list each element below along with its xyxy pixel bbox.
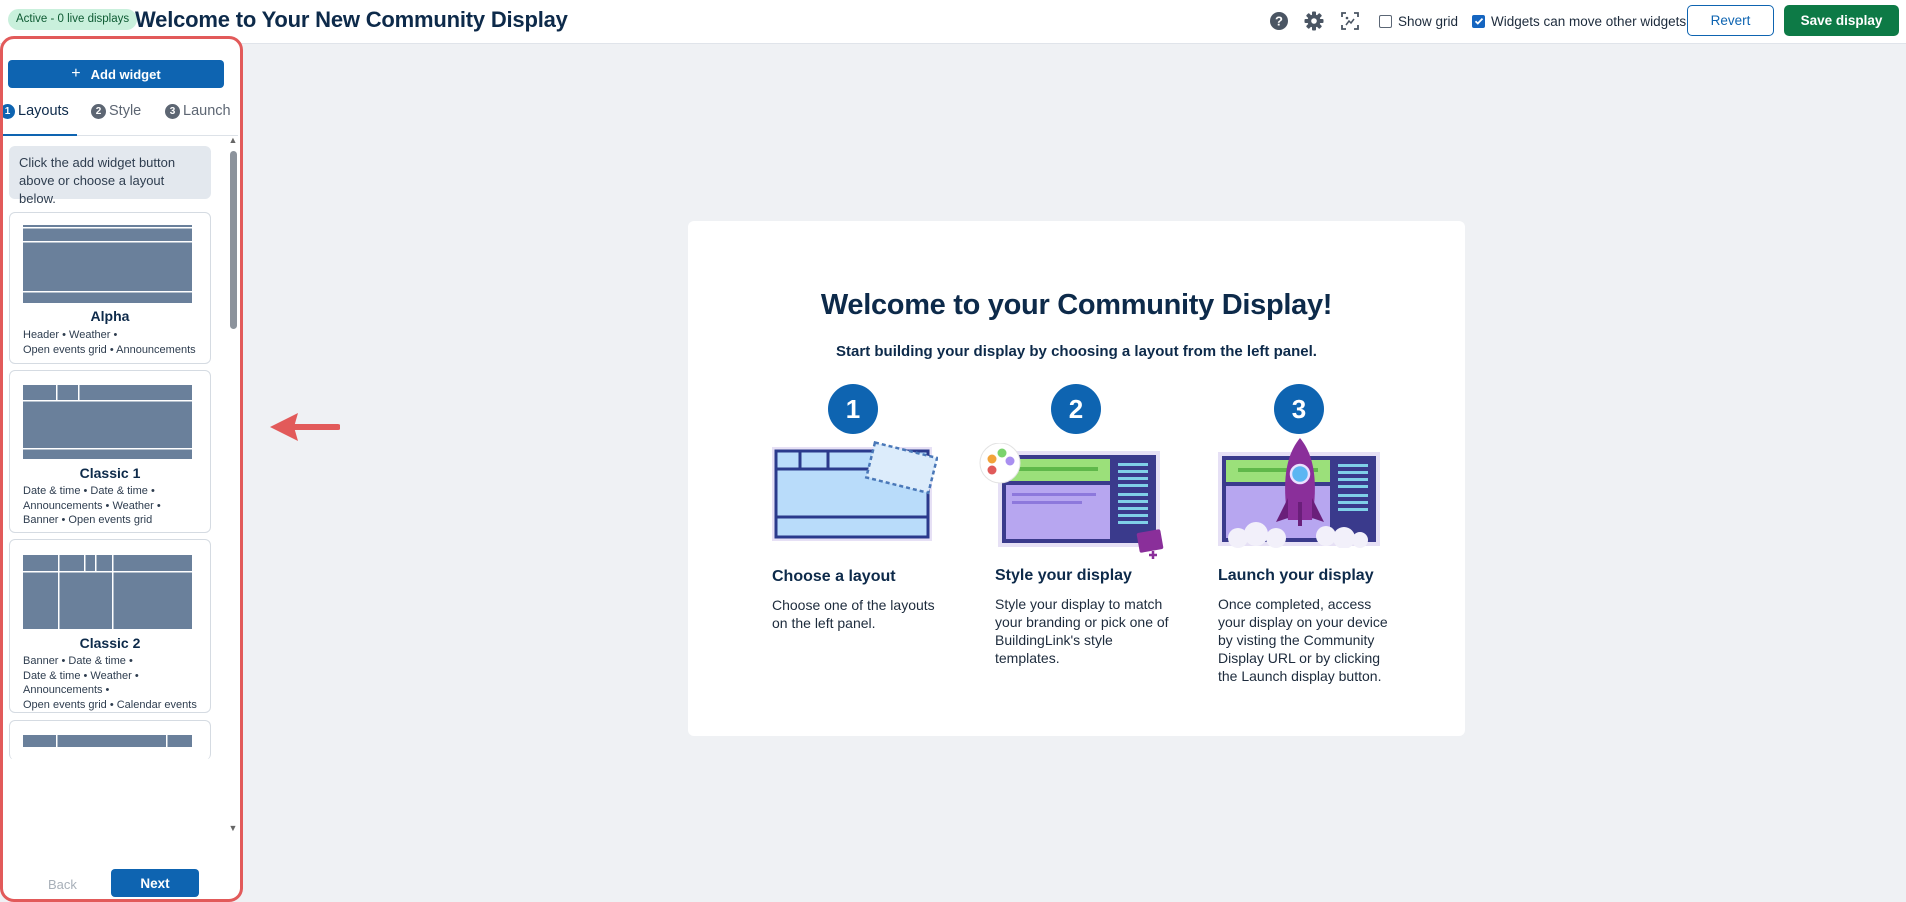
step-tabs: 1 Layouts 2 Style 3 Launch: [3, 97, 240, 125]
widgets-move-toggle[interactable]: Widgets can move other widgets: [1472, 11, 1686, 31]
screen-capture-icon[interactable]: [1339, 10, 1361, 32]
left-arrow-icon: [270, 413, 340, 441]
widgets-move-label: Widgets can move other widgets: [1491, 13, 1687, 29]
step-desc-3: Once completed, access your display on y…: [1218, 596, 1388, 684]
style-display-illustration: [979, 443, 1164, 559]
choose-layout-illustration: [772, 441, 938, 541]
welcome-subtitle: Start building your display by choosing …: [836, 343, 1317, 360]
tab-label: Launch: [183, 103, 231, 119]
footer-area: [3, 759, 228, 859]
layouts-scrollbar[interactable]: ▲ ▼: [228, 135, 238, 835]
step-title-2: Style your display: [995, 567, 1132, 584]
add-widget-button[interactable]: + Add widget: [8, 60, 224, 88]
tab-label: Layouts: [18, 103, 69, 119]
layout-card-classic-2[interactable]: Classic 2 Banner • Date & time • Date & …: [9, 539, 211, 713]
step-desc-1: Choose one of the layouts on the left pa…: [772, 597, 935, 631]
left-panel: + Add widget 1 Layouts 2 Style 3 Launch …: [0, 36, 243, 902]
widgets-move-checkbox[interactable]: [1472, 14, 1485, 28]
layout-thumbnail: [23, 555, 192, 629]
hint-text: Click the add widget button above or cho…: [9, 146, 211, 206]
help-icon[interactable]: ?: [1268, 10, 1290, 32]
top-bar: Active - 0 live displays Welcome to Your…: [0, 0, 1906, 44]
plus-icon: +: [71, 65, 81, 82]
next-button[interactable]: Next: [111, 869, 199, 897]
show-grid-label: Show grid: [1398, 13, 1459, 29]
layout-description: Date & time • Date & time • Announcement…: [23, 485, 161, 526]
tab-label: Style: [109, 103, 142, 119]
layout-thumbnail: [23, 385, 192, 459]
tab-style[interactable]: 2 Style: [91, 97, 141, 125]
status-badge: Active - 0 live displays: [8, 9, 138, 30]
page-title: Welcome to Your New Community Display: [135, 7, 568, 32]
layout-thumbnail: [23, 735, 192, 747]
layout-thumbnail: [23, 225, 192, 303]
step-desc-2: Style your display to match your brandin…: [995, 596, 1169, 666]
step-title-3: Launch your display: [1218, 567, 1374, 584]
scroll-thumb[interactable]: [230, 151, 237, 329]
scroll-up-icon[interactable]: ▲: [228, 135, 238, 145]
show-grid-checkbox[interactable]: [1379, 14, 1392, 28]
active-tab-indicator: [3, 134, 77, 136]
scroll-down-icon[interactable]: ▼: [228, 823, 238, 833]
checkmark-icon: [1474, 17, 1483, 25]
layout-description: Banner • Date & time • Date & time • Wea…: [23, 655, 197, 711]
gear-icon[interactable]: [1303, 10, 1325, 32]
step-number-3: 3: [1274, 384, 1324, 434]
step-number-1: 1: [828, 384, 878, 434]
back-button[interactable]: Back: [48, 877, 77, 892]
layout-card-alpha[interactable]: Alpha Header • Weather • Open events gri…: [9, 212, 211, 364]
welcome-card: Welcome to your Community Display! Start…: [688, 221, 1465, 736]
add-widget-label: Add widget: [90, 66, 161, 82]
tab-number: 1: [3, 103, 15, 119]
layout-name: Classic 2: [79, 635, 141, 651]
svg-text:?: ?: [1275, 14, 1283, 29]
layout-name: Alpha: [90, 308, 130, 324]
step-title-1: Choose a layout: [772, 568, 896, 585]
layout-name: Classic 1: [79, 465, 141, 481]
tab-layouts[interactable]: 1 Layouts: [3, 97, 69, 125]
tab-launch[interactable]: 3 Launch: [165, 97, 231, 125]
layout-card-partial[interactable]: [9, 720, 211, 760]
save-display-button[interactable]: Save display: [1784, 5, 1899, 36]
launch-display-illustration: [1218, 438, 1380, 548]
tab-number: 3: [165, 103, 180, 119]
layout-description: Header • Weather • Open events grid • An…: [23, 329, 196, 356]
tab-number: 2: [91, 103, 106, 119]
revert-button[interactable]: Revert: [1687, 5, 1774, 36]
layout-card-classic-1[interactable]: Classic 1 Date & time • Date & time • An…: [9, 370, 211, 533]
welcome-title: Welcome to your Community Display!: [820, 289, 1333, 321]
show-grid-toggle[interactable]: Show grid: [1379, 11, 1458, 31]
step-number-2: 2: [1051, 384, 1101, 434]
